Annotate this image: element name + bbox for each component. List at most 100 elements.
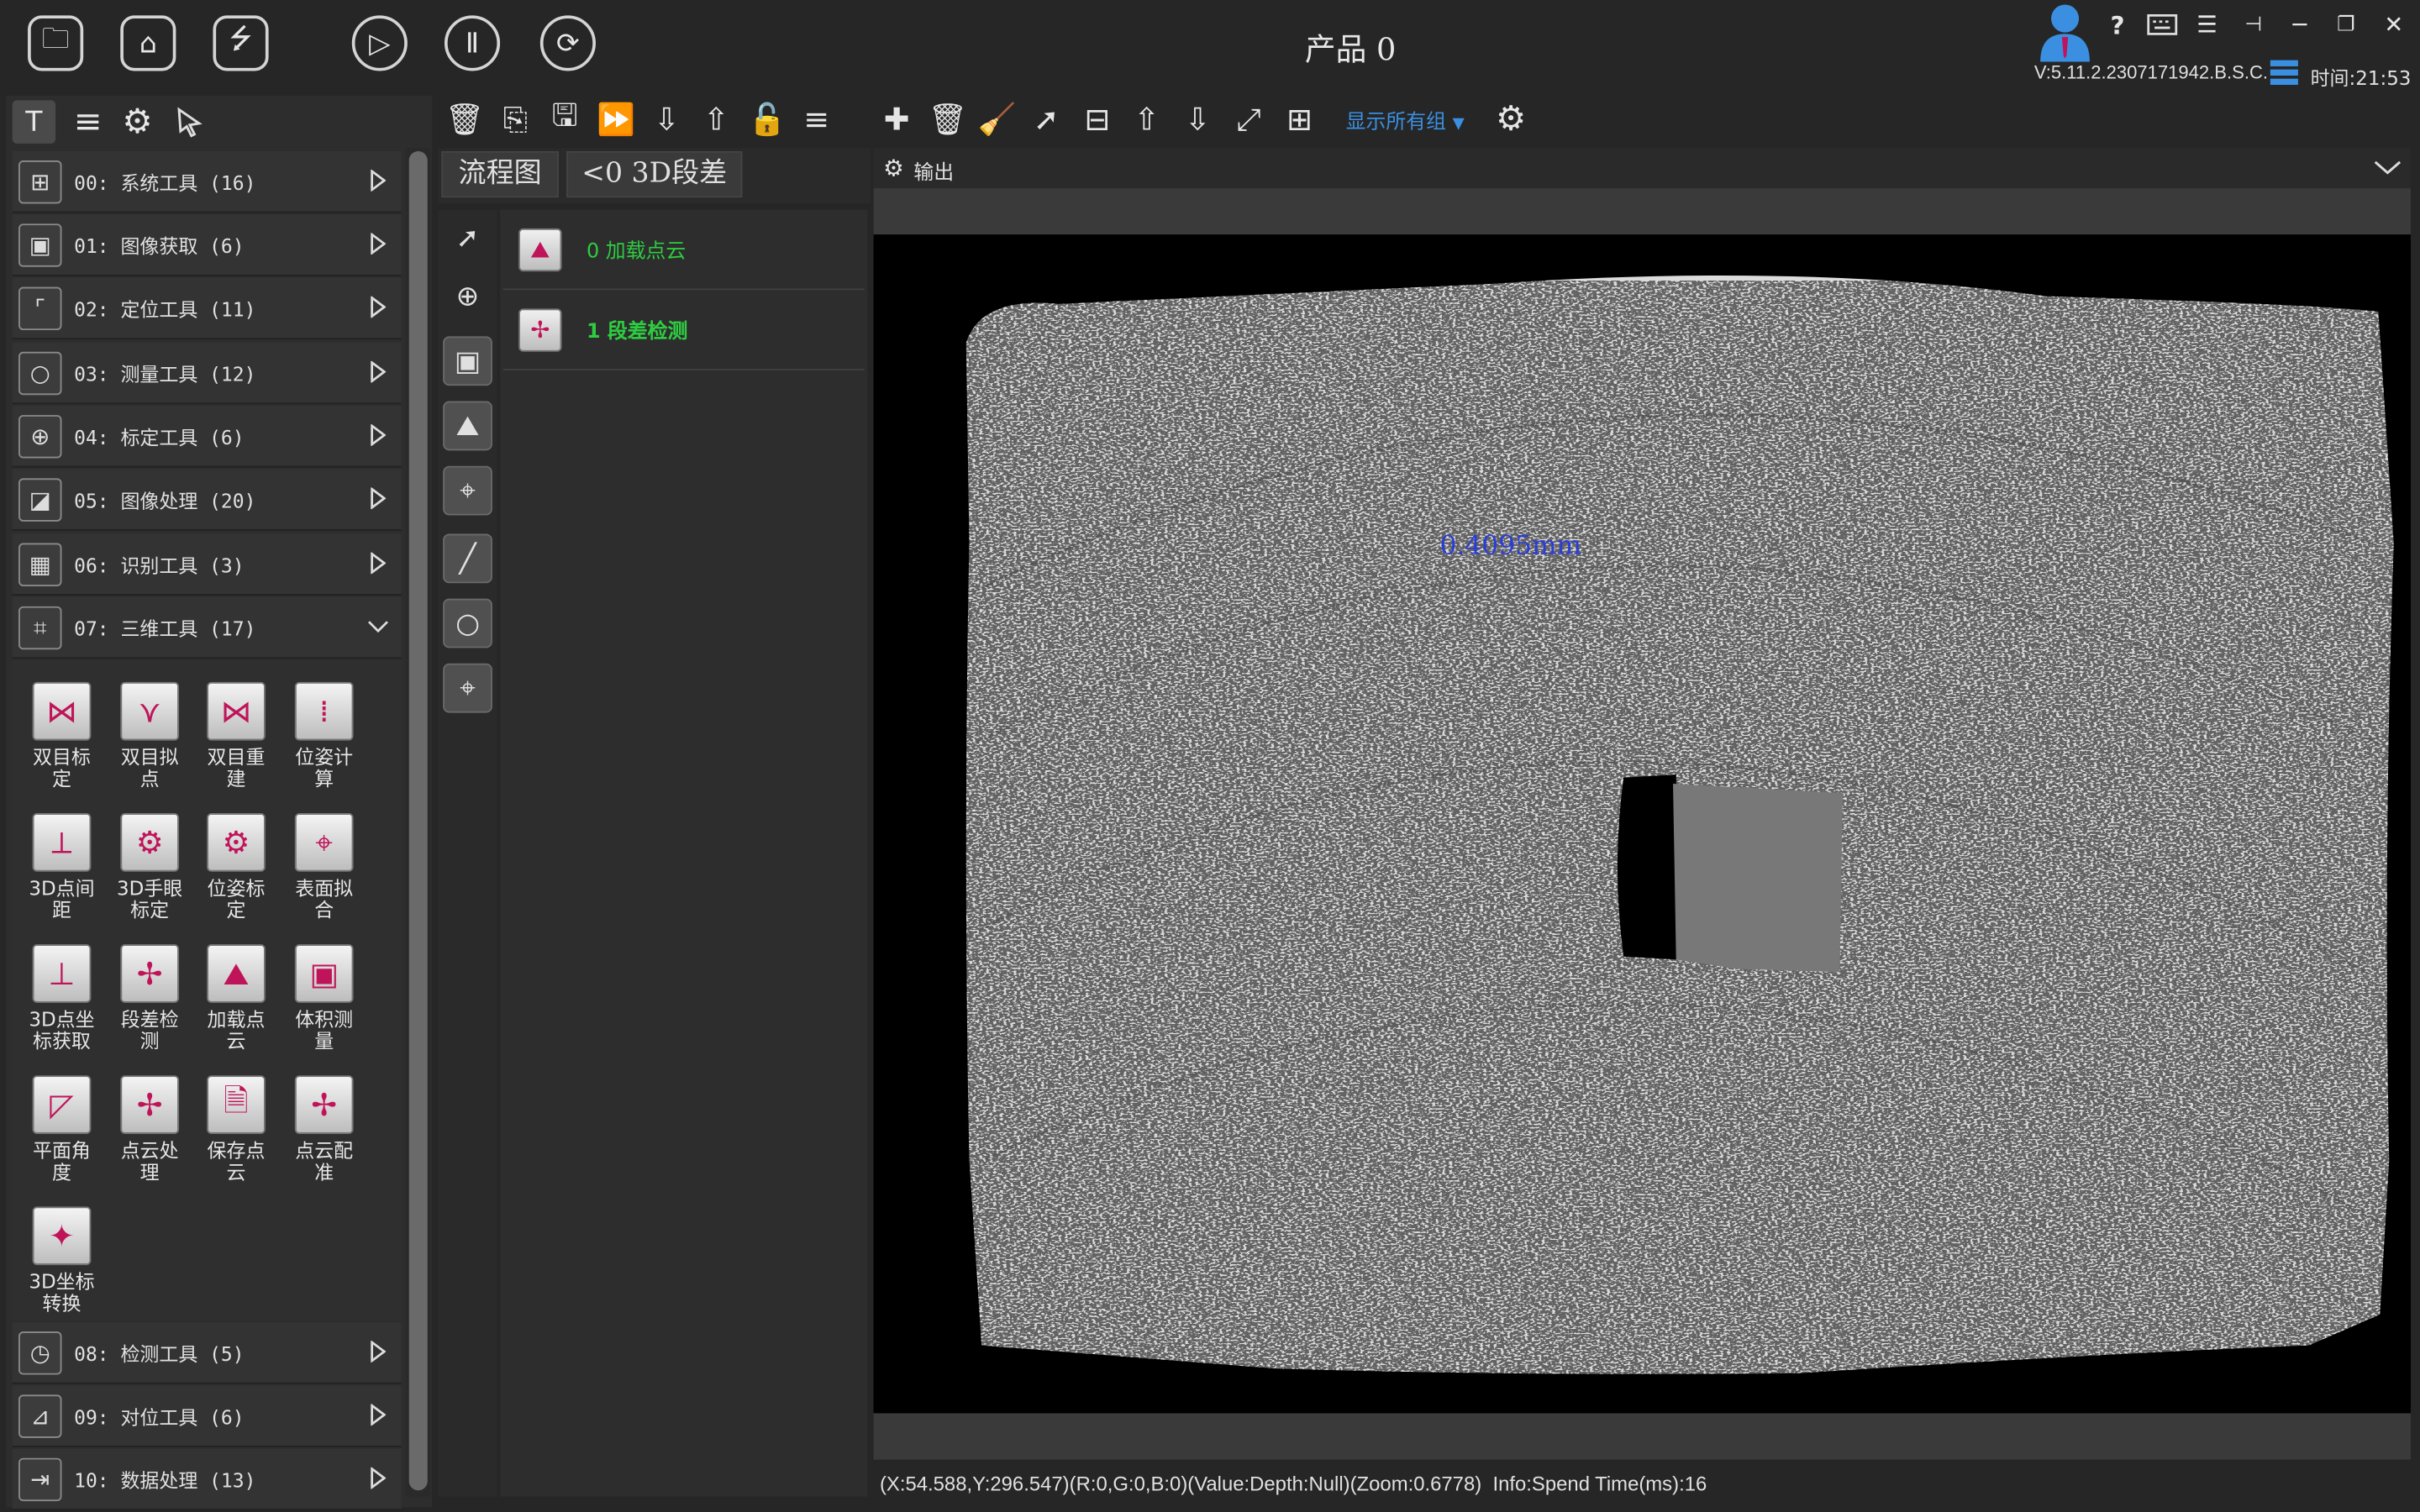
chevron-right-icon[interactable] <box>367 358 389 386</box>
chevron-down-icon[interactable] <box>367 612 389 640</box>
target-icon[interactable]: ⌖ <box>443 465 492 516</box>
surface-fit-icon: ⌖ <box>294 812 354 872</box>
category-row[interactable]: ⌗ 07: 三维工具 (17) <box>12 596 402 659</box>
cursor-icon[interactable]: ➚ <box>443 213 492 262</box>
keyboard-icon[interactable] <box>2144 9 2181 40</box>
save-icon[interactable]: 🖫 <box>544 96 585 139</box>
settings-icon[interactable]: ⚙ <box>1491 99 1531 139</box>
chevron-right-icon[interactable] <box>367 549 389 577</box>
category-row[interactable]: ○ 03: 测量工具 (12) <box>12 342 402 405</box>
category-row[interactable]: ⇥ 10: 数据处理 (13) <box>12 1448 402 1511</box>
folder-icon[interactable]: 🗀 <box>28 15 84 71</box>
tool-item[interactable]: ◸ 平面角度 <box>18 1075 105 1184</box>
tool-item[interactable]: ⚙ 位姿标定 <box>193 812 280 921</box>
list-icon[interactable]: ☰ <box>2190 9 2223 40</box>
depth-image-viewer[interactable] <box>873 234 2411 1414</box>
tool-item[interactable]: ⌖ 表面拟合 <box>281 812 367 921</box>
circle-icon[interactable]: ○ <box>443 598 492 648</box>
tool-item[interactable]: ▣ 体积测量 <box>281 944 367 1053</box>
arrow-down-icon[interactable]: ⇩ <box>647 99 687 139</box>
help-icon[interactable]: ? <box>2102 9 2133 40</box>
flow-canvas[interactable] <box>500 209 868 1497</box>
select-icon[interactable]: ➚ <box>1026 99 1066 139</box>
category-row[interactable]: ◪ 05: 图像处理 (20) <box>12 469 402 531</box>
toolbox-scroll-thumb[interactable] <box>408 151 428 1491</box>
tool-item[interactable]: ⁞ 位姿计算 <box>281 681 367 790</box>
image-icon[interactable]: ▣ <box>443 336 492 386</box>
category-row[interactable]: ⊕ 04: 标定工具 (6) <box>12 406 402 468</box>
chevron-right-icon[interactable] <box>367 421 389 449</box>
category-row[interactable]: ◷ 08: 检测工具 (5) <box>12 1322 402 1384</box>
copy-icon[interactable]: ⎘ <box>496 99 536 139</box>
tool-label: 双目标定 <box>33 745 91 790</box>
tab-flowchart[interactable]: 流程图 <box>441 151 559 198</box>
flow-node[interactable]: ✢ 1 段差检测 <box>502 290 865 370</box>
forward-icon[interactable]: ⏩ <box>596 99 636 139</box>
user-avatar-icon[interactable] <box>2031 0 2099 62</box>
chevron-right-icon[interactable] <box>367 485 389 512</box>
hammer-icon[interactable]: T <box>12 100 56 144</box>
line-icon[interactable]: ╱ <box>443 533 492 584</box>
unlock-icon[interactable]: 🔓 <box>747 99 787 139</box>
category-row[interactable]: ⊿ 09: 对位工具 (6) <box>12 1385 402 1447</box>
loop-icon[interactable]: ⟳ <box>539 15 596 71</box>
chevron-right-icon[interactable] <box>367 293 389 321</box>
group-select[interactable]: 显示所有组 ▼ <box>1346 105 1465 134</box>
category-row[interactable]: ⌜ 02: 定位工具 (11) <box>12 277 402 340</box>
category-label: 10: 数据处理 (13) <box>74 1468 256 1493</box>
arrow-up-icon[interactable]: ⇧ <box>1127 99 1167 139</box>
category-row[interactable]: ▣ 01: 图像获取 (6) <box>12 214 402 276</box>
chevron-right-icon[interactable] <box>367 1337 389 1365</box>
category-label: 09: 对位工具 (6) <box>74 1405 245 1429</box>
gear-icon[interactable]: ⚙ <box>118 102 158 142</box>
tool-item[interactable]: ⛰ 加载点云 <box>193 944 280 1053</box>
close-icon[interactable]: ✕ <box>2377 9 2411 40</box>
tool-item[interactable]: ⚙ 3D手眼标定 <box>107 812 193 921</box>
delete-icon[interactable]: 🗑 <box>445 99 485 139</box>
tool-item[interactable]: ⋈ 双目标定 <box>18 681 105 790</box>
measure-circle-icon: ○ <box>18 350 62 395</box>
tool-item[interactable]: ✦ 3D坐标转换 <box>18 1206 105 1315</box>
add-circle-icon[interactable]: ⊕ <box>443 271 492 321</box>
minimize-icon[interactable]: ─ <box>2283 9 2317 40</box>
arrow-down-icon[interactable]: ⇩ <box>1177 99 1218 139</box>
chevron-right-icon[interactable] <box>367 1401 389 1429</box>
trash-icon[interactable]: 🗑 <box>928 99 968 139</box>
tool-item[interactable]: ⋈ 双目重建 <box>193 681 280 790</box>
chevron-down-icon[interactable] <box>2369 151 2406 185</box>
resize-icon[interactable]: ⤢ <box>1228 99 1269 139</box>
tool-item[interactable]: 🗎 保存点云 <box>193 1075 280 1184</box>
pause-icon[interactable]: Ⅱ <box>444 15 501 71</box>
grid-icon[interactable]: ⊞ <box>1280 99 1320 139</box>
tool-item[interactable]: ⋎ 双目拟点 <box>107 681 193 790</box>
window-icon[interactable]: ⊟ <box>1077 99 1118 139</box>
flow-node[interactable]: ⛰ 0 加载点云 <box>502 210 865 291</box>
tab-3d-step[interactable]: <0 3D段差 <box>566 151 743 198</box>
tool-item[interactable]: ⊥ 3D点坐标获取 <box>18 944 105 1053</box>
cursor-icon[interactable] <box>170 102 210 142</box>
tool-item[interactable]: ✢ 点云配准 <box>281 1075 367 1184</box>
category-row[interactable]: ⊞ 00: 系统工具 (16) <box>12 151 402 213</box>
usb-icon[interactable]: ⭍ <box>213 15 269 71</box>
play-icon[interactable]: ▷ <box>351 15 408 71</box>
chevron-right-icon[interactable] <box>367 166 389 194</box>
pin-icon[interactable]: ⊣ <box>2236 9 2270 40</box>
gear-icon[interactable]: ⚙ <box>880 153 908 184</box>
list-icon[interactable]: ≡ <box>68 102 108 142</box>
chevron-right-icon[interactable] <box>367 230 389 258</box>
arrow-up-icon[interactable]: ⇧ <box>696 99 736 139</box>
restore-icon[interactable]: ❐ <box>2329 9 2363 40</box>
landscape-icon[interactable]: ⛰ <box>443 401 492 451</box>
crosshair-icon[interactable]: ⌖ <box>443 663 492 713</box>
tool-item[interactable]: ✢ 段差检测 <box>107 944 193 1053</box>
home-icon[interactable]: ⌂ <box>120 15 176 71</box>
chevron-right-icon[interactable] <box>367 1464 389 1492</box>
tool-label: 点云处理 <box>120 1138 179 1184</box>
plus-icon[interactable]: ✚ <box>876 99 917 139</box>
tool-item[interactable]: ✢ 点云处理 <box>107 1075 193 1184</box>
category-label: 02: 定位工具 (11) <box>74 297 256 322</box>
tool-item[interactable]: ⟂ 3D点间距 <box>18 812 105 921</box>
category-row[interactable]: ▦ 06: 识别工具 (3) <box>12 533 402 596</box>
broom-icon[interactable]: 🧹 <box>977 99 1018 139</box>
menu-icon[interactable]: ≡ <box>797 99 837 139</box>
